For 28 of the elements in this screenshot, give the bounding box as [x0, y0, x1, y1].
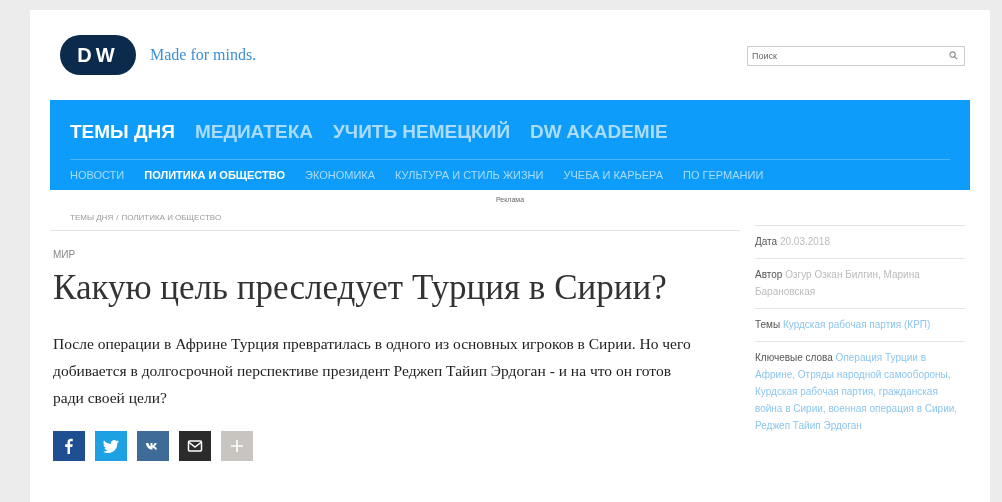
- article-lead: После операции в Африне Турция превратилась в одного из основных игроков в Сирии. Но чего добивается в долгосрочной перспективе президент Реджеп Тайип Эрдоган - и на что он готов ради своей цели?: [53, 334, 692, 408]
- twitter-share-button[interactable]: [95, 431, 127, 461]
- dw-logo[interactable]: DW: [60, 35, 136, 75]
- breadcrumb-link[interactable]: ПОЛИТИКА И ОБЩЕСТВО: [121, 213, 222, 222]
- info-text: Автор Озгур Озкан Билгин, Марина Барановская: [755, 258, 965, 308]
- facebook-share-button[interactable]: [53, 431, 85, 461]
- main-nav-tab[interactable]: УЧИТЬ НЕМЕЦКИЙ: [333, 120, 511, 143]
- sub-nav-tab[interactable]: КУЛЬТУРА И СТИЛЬ ЖИЗНИ: [395, 169, 544, 181]
- main-nav-tab[interactable]: ТЕМЫ ДНЯ: [70, 120, 175, 143]
- sub-nav-tab[interactable]: НОВОСТИ: [70, 169, 125, 181]
- sub-nav-tab[interactable]: УЧЕБА И КАРЬЕРА: [563, 169, 664, 181]
- info-text: Дата 20.03.2018: [755, 225, 965, 258]
- sub-nav-tab[interactable]: ПОЛИТИКА И ОБЩЕСТВО: [144, 169, 285, 181]
- main-nav-tab[interactable]: DW AKADEMIE: [530, 120, 668, 143]
- vk-share-button[interactable]: [137, 431, 169, 461]
- article-title: Какую цель преследует Турция в Сирии?: [53, 268, 668, 308]
- main-nav-tab[interactable]: МЕДИАТЕКА: [194, 120, 313, 143]
- info-text: Темы Курдская рабочая партия (КРП): [755, 308, 965, 341]
- breadcrumb-link[interactable]: ТЕМЫ ДНЯ: [70, 213, 114, 222]
- search-icon[interactable]: [949, 51, 958, 60]
- info-text: Ключевые слова Операция Турции в Африне, Отряды народной самообороны, Курдская рабочая партия, гражданская война в Сирии, военная операция в Сирии, Реджеп Тайип Эрдоган: [755, 341, 965, 442]
- sub-nav-tab[interactable]: ЭКОНОМИКА: [305, 169, 376, 181]
- breadcrumb-separator: /: [116, 213, 119, 222]
- search-field[interactable]: Поиск: [747, 46, 965, 66]
- category-label[interactable]: МИР: [53, 249, 743, 260]
- email-share-button[interactable]: [179, 431, 211, 461]
- tagline: Made for minds.: [150, 46, 257, 64]
- sub-nav-tab[interactable]: ПО ГЕРМАНИИ: [683, 169, 764, 181]
